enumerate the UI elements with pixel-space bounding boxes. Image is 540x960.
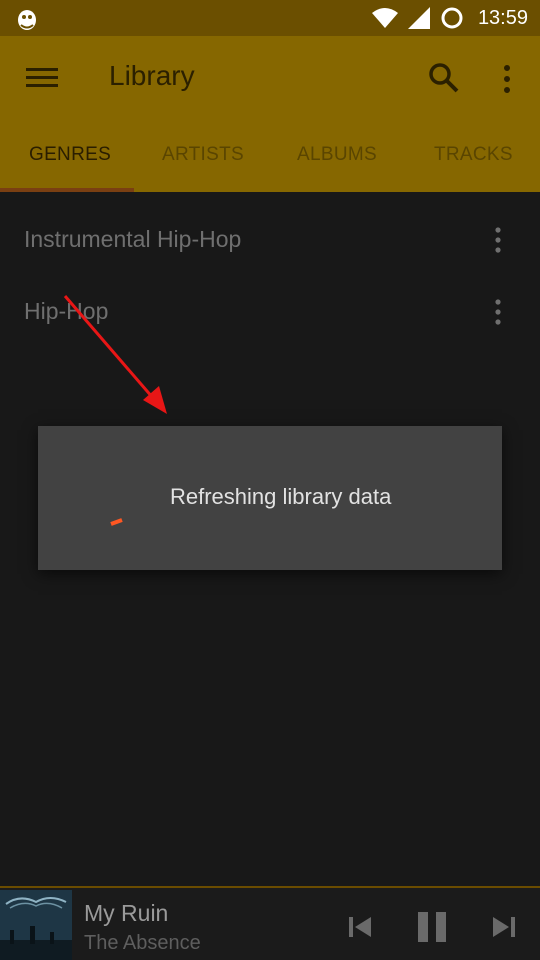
status-time: 13:59 [477,6,528,29]
app-screen: 13:59 Library GENRES ARTISTS ALBUMS TRAC… [0,0,540,960]
page-title: Library [109,60,195,91]
progress-dialog: Refreshing library data [38,426,502,570]
track-title: My Ruin [84,900,169,926]
dialog-message: Refreshing library data [170,484,392,509]
sync-circle-icon [441,7,463,29]
album-art-image-icon [0,890,72,960]
tab-bar: GENRES ARTISTS ALBUMS TRACKS [0,120,540,192]
annotation-arrow-icon [63,295,167,414]
album-art[interactable] [0,890,72,960]
overflow-menu-icon[interactable] [496,64,518,94]
tab-indicator [0,188,134,192]
status-bar: 13:59 [0,0,540,36]
cell-signal-icon [407,7,430,29]
skip-next-icon[interactable] [488,912,520,942]
app-notification-icon [18,10,36,30]
wifi-icon [371,8,398,28]
item-overflow-menu-icon[interactable] [490,298,506,328]
tab-albums[interactable]: ALBUMS [297,144,377,166]
pause-icon[interactable] [414,908,450,946]
tab-tracks[interactable]: TRACKS [434,144,513,166]
list-item[interactable]: Instrumental Hip-Hop [0,204,540,276]
tab-genres[interactable]: GENRES [29,144,111,166]
search-icon[interactable] [428,62,460,94]
now-playing-bar[interactable]: My Ruin The Absence [0,886,540,960]
track-artist: The Absence [84,932,201,954]
tab-artists[interactable]: ARTISTS [162,144,244,166]
hamburger-menu-icon[interactable] [26,64,58,92]
loading-spinner-icon [110,518,123,526]
status-icons: 13:59 [371,0,528,36]
item-overflow-menu-icon[interactable] [490,226,506,256]
skip-previous-icon[interactable] [344,912,376,942]
list-item-label: Instrumental Hip-Hop [24,226,242,252]
